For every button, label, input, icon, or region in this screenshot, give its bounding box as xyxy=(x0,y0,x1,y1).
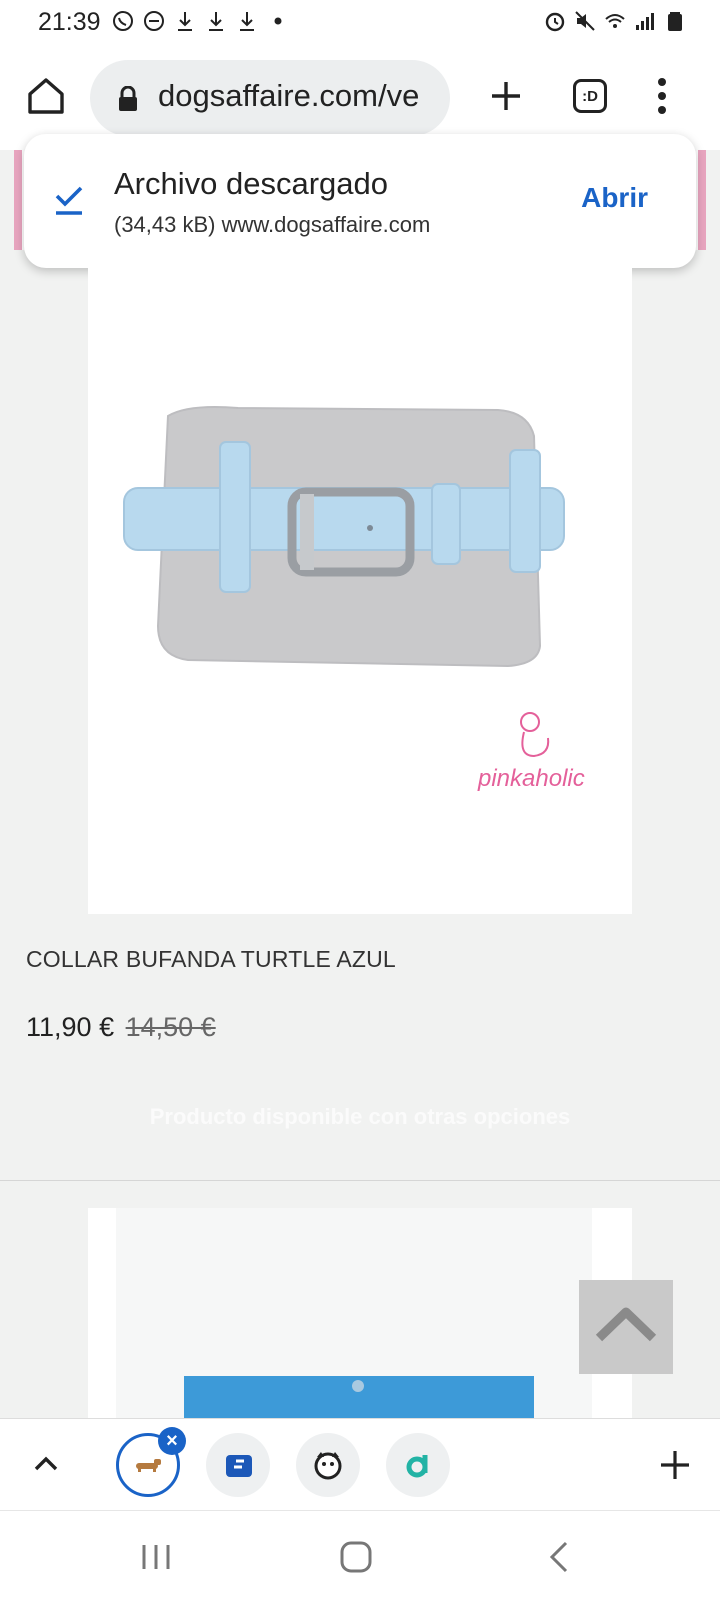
tab-4[interactable] xyxy=(386,1433,450,1497)
home-nav-icon[interactable] xyxy=(336,1539,376,1575)
download-icon xyxy=(178,12,192,31)
product-image-2[interactable] xyxy=(88,1208,632,1420)
download-icon xyxy=(240,12,254,31)
url-text: dogsaffaire.com/ve xyxy=(158,78,420,113)
svg-text:pinkaholic: pinkaholic xyxy=(477,765,585,792)
availability-text: Producto disponible con otras opciones xyxy=(149,1104,571,1129)
divider xyxy=(0,1180,720,1181)
blue-product-illustration xyxy=(116,1208,592,1420)
battery-icon xyxy=(668,12,682,31)
tab-strip: × xyxy=(0,1418,720,1511)
tab-3[interactable] xyxy=(296,1433,360,1497)
status-time: 21:39 xyxy=(38,8,101,36)
tab-2[interactable] xyxy=(206,1433,270,1497)
download-complete-icon xyxy=(55,186,83,215)
teal-d-icon xyxy=(406,1455,428,1478)
price-current: 11,90 € xyxy=(26,1012,115,1042)
overflow-menu-icon[interactable] xyxy=(654,76,670,116)
status-bar: 21:39 xyxy=(0,0,720,46)
whatsapp-icon xyxy=(113,11,133,31)
wifi-icon xyxy=(605,14,625,28)
dnd-icon xyxy=(144,11,164,31)
mute-icon xyxy=(575,11,595,31)
recent-apps-icon[interactable] xyxy=(136,1539,176,1575)
collar-scarf-illustration: pinkaholic xyxy=(123,406,585,792)
dot-icon xyxy=(274,17,282,25)
download-toast: Archivo descargado (34,43 kB) www.dogsaf… xyxy=(24,134,696,268)
chevron-up-icon xyxy=(595,1307,657,1342)
price-old: 14,50 € xyxy=(125,1012,216,1042)
pinkaholic-logo: pinkaholic xyxy=(477,712,585,792)
toast-title: Archivo descargado xyxy=(114,166,388,201)
price-row: 11,90 € 14,50 € xyxy=(26,1012,216,1043)
add-tab-icon[interactable] xyxy=(658,1447,692,1483)
scroll-to-top-button[interactable] xyxy=(579,1280,673,1374)
address-bar[interactable]: dogsaffaire.com/ve xyxy=(90,60,450,136)
close-tab-icon[interactable]: × xyxy=(158,1427,186,1455)
lock-icon xyxy=(119,86,137,111)
product-image[interactable]: pinkaholic xyxy=(88,266,632,914)
signal-icon xyxy=(636,13,654,30)
status-left-icons xyxy=(112,10,289,32)
back-icon[interactable] xyxy=(540,1539,580,1575)
alarm-icon xyxy=(545,12,565,32)
download-icon xyxy=(209,12,223,31)
status-right-icons xyxy=(544,10,686,32)
g-logo-icon xyxy=(226,1455,252,1477)
tab-switcher-button[interactable]: :D xyxy=(573,79,607,113)
system-nav-bar xyxy=(0,1510,720,1601)
toast-subtitle: (34,43 kB) www.dogsaffaire.com xyxy=(114,212,431,237)
chevron-up-icon[interactable] xyxy=(32,1449,60,1479)
product-title[interactable]: COLLAR BUFANDA TURTLE AZUL xyxy=(26,946,396,973)
dog-face-icon xyxy=(314,1452,342,1480)
new-tab-icon[interactable] xyxy=(486,74,526,118)
home-icon[interactable] xyxy=(24,74,68,118)
open-download-button[interactable]: Abrir xyxy=(581,182,648,214)
